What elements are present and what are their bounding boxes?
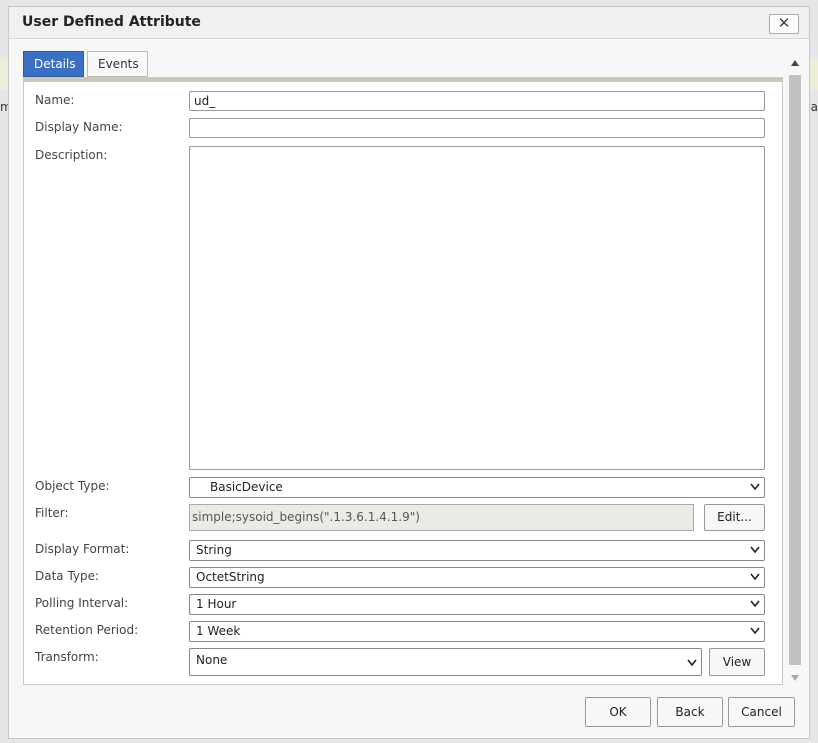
data-type-select[interactable]: OctetString: [189, 567, 765, 588]
transform-view-button[interactable]: View: [709, 648, 765, 676]
back-button[interactable]: Back: [657, 697, 723, 727]
tab-details[interactable]: Details: [23, 51, 84, 77]
retention-period-label: Retention Period:: [35, 623, 139, 637]
close-icon: ✕: [777, 14, 791, 32]
retention-period-select[interactable]: 1 Week: [189, 621, 765, 642]
transform-label: Transform:: [35, 650, 99, 664]
description-label: Description:: [35, 148, 108, 162]
dialog-title: User Defined Attribute: [22, 14, 201, 30]
ok-button[interactable]: OK: [585, 697, 651, 727]
tab-events[interactable]: Events: [87, 51, 148, 77]
polling-interval-label: Polling Interval:: [35, 596, 129, 610]
object-type-label: Object Type:: [35, 479, 110, 493]
scroll-up-arrow-icon[interactable]: [791, 60, 799, 66]
retention-period-value: 1 Week: [196, 624, 241, 638]
scroll-down-arrow-icon[interactable]: [791, 675, 799, 681]
display-name-input[interactable]: [189, 118, 765, 138]
display-name-label: Display Name:: [35, 120, 123, 134]
filter-label: Filter:: [35, 506, 69, 520]
name-label: Name:: [35, 93, 75, 107]
details-panel: Name: Display Name: Description: Object …: [23, 81, 783, 685]
chevron-down-icon: [750, 546, 760, 554]
chevron-down-icon: [687, 659, 697, 667]
background-text-left: m: [0, 100, 12, 114]
filter-field: simple;sysoid_begins(".1.3.6.1.4.1.9"): [189, 504, 694, 531]
user-defined-attribute-dialog: User Defined Attribute ✕ Details Events …: [8, 6, 810, 739]
cancel-button[interactable]: Cancel: [728, 697, 795, 727]
scrollbar-thumb[interactable]: [789, 75, 801, 665]
dialog-titlebar: User Defined Attribute ✕: [9, 7, 809, 39]
close-button[interactable]: ✕: [769, 14, 799, 34]
filter-edit-button[interactable]: Edit...: [704, 504, 765, 531]
display-format-value: String: [196, 543, 232, 557]
chevron-down-icon: [750, 573, 760, 581]
vertical-scrollbar[interactable]: [788, 55, 802, 687]
chevron-down-icon: [750, 627, 760, 635]
transform-select[interactable]: None: [189, 648, 702, 676]
chevron-down-icon: [750, 600, 760, 608]
object-type-value: BasicDevice: [210, 480, 283, 494]
name-input[interactable]: [189, 91, 765, 111]
description-textarea[interactable]: [189, 146, 765, 470]
transform-value: None: [196, 653, 228, 667]
display-format-select[interactable]: String: [189, 540, 765, 561]
polling-interval-select[interactable]: 1 Hour: [189, 594, 765, 615]
display-format-label: Display Format:: [35, 542, 130, 556]
chevron-down-icon: [750, 483, 760, 491]
polling-interval-value: 1 Hour: [196, 597, 237, 611]
data-type-label: Data Type:: [35, 569, 100, 583]
object-type-select[interactable]: BasicDevice: [189, 477, 765, 498]
data-type-value: OctetString: [196, 570, 265, 584]
